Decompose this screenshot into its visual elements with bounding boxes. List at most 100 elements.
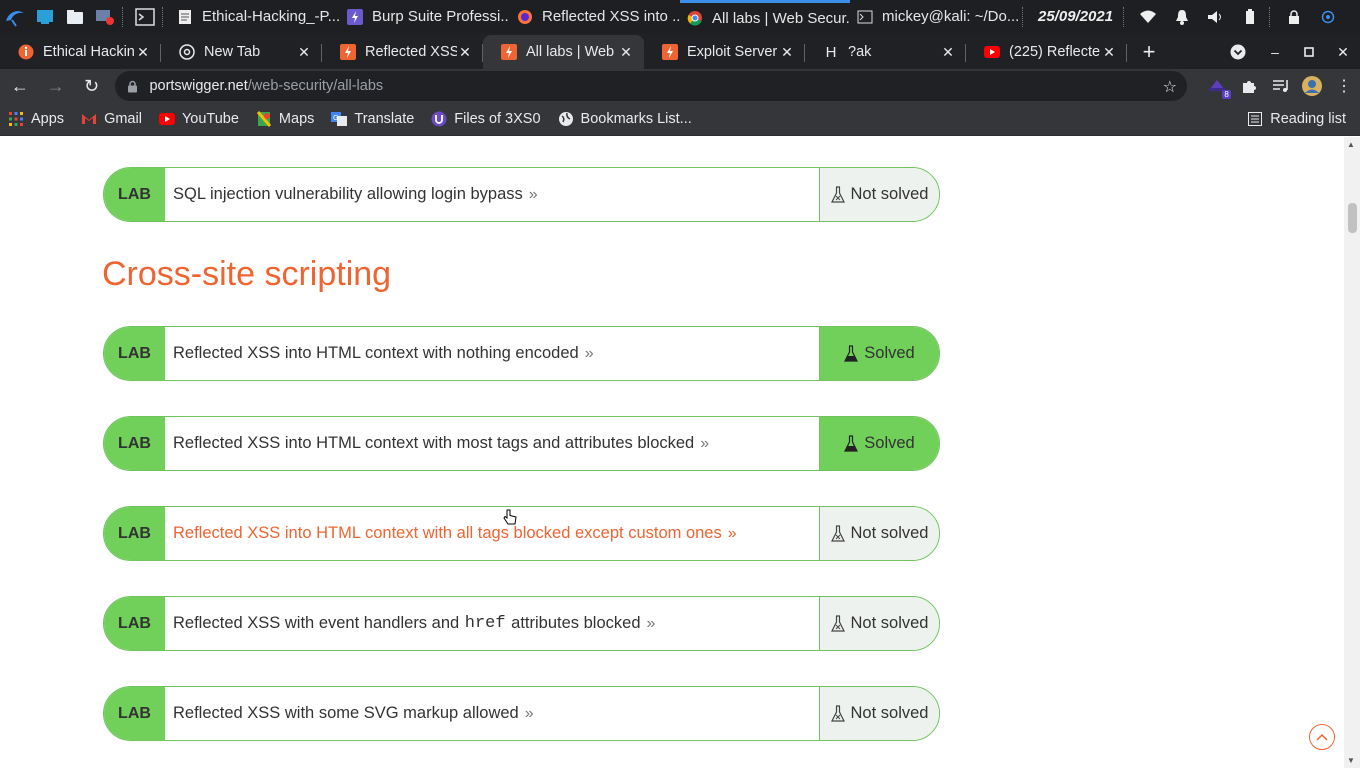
status-badge: Not solved: [819, 507, 939, 560]
h-icon: H: [825, 43, 837, 61]
lab-badge: LAB: [104, 417, 165, 470]
lab-row[interactable]: LAB Reflected XSS with event handlers an…: [103, 596, 940, 651]
bookmark-gmail[interactable]: Gmail: [81, 111, 142, 127]
scroll-up-arrow-icon[interactable]: ▲: [1347, 140, 1355, 149]
lab-row[interactable]: LAB Reflected XSS into HTML context with…: [103, 416, 940, 471]
section-heading: Cross-site scripting: [102, 255, 392, 293]
profile-avatar[interactable]: [1296, 70, 1328, 102]
flask-filled-icon: [844, 344, 859, 363]
kali-menu-icon[interactable]: [0, 0, 30, 33]
tab-search-icon[interactable]: [1221, 35, 1255, 69]
chrome-icon: [686, 9, 704, 27]
lab-badge: LAB: [104, 168, 165, 221]
battery-icon[interactable]: [1233, 0, 1267, 33]
bookmark-youtube[interactable]: YouTube: [158, 111, 239, 127]
lab-title-link[interactable]: Reflected XSS into HTML context with mos…: [165, 417, 819, 470]
forward-button[interactable]: →: [40, 70, 72, 102]
close-window-icon[interactable]: ✕: [1326, 35, 1360, 69]
minimize-icon[interactable]: –: [1258, 35, 1292, 69]
files-icon[interactable]: [60, 0, 90, 33]
extension-badge: 8: [1222, 90, 1231, 99]
chrome-icon: [179, 44, 195, 60]
url-path: /web-security/all-labs: [247, 78, 384, 94]
extensions-puzzle-icon[interactable]: [1233, 70, 1265, 102]
lab-row[interactable]: LAB SQL injection vulnerability allowing…: [103, 167, 940, 222]
bookmark-apps[interactable]: Apps: [8, 111, 64, 127]
tab-close-icon[interactable]: ✕: [618, 44, 634, 61]
screen-recorder-icon[interactable]: [90, 0, 120, 33]
youtube-icon: [158, 111, 175, 127]
wifi-icon[interactable]: [1131, 0, 1165, 33]
tab-close-icon[interactable]: ✕: [135, 44, 151, 61]
lab-title-link[interactable]: Reflected XSS into HTML context with not…: [165, 327, 819, 380]
page-scrollbar[interactable]: ▲ ▼: [1344, 137, 1360, 768]
address-bar[interactable]: portswigger.net/web-security/all-labs ☆: [115, 71, 1187, 101]
bookmark-bookmarks-list[interactable]: Bookmarks List...: [558, 111, 692, 127]
taskbar-divider: [162, 6, 168, 27]
taskbar-divider: [1022, 6, 1028, 27]
bookmark-star-icon[interactable]: ☆: [1163, 77, 1177, 97]
taskbar-window-burp[interactable]: Burp Suite Professi...: [340, 0, 510, 33]
code-href: href: [464, 614, 506, 633]
url-host: portswigger.net: [149, 78, 248, 94]
bookmarks-bar: Apps Gmail YouTube Maps G Translate File…: [0, 103, 1360, 136]
bookmark-files-of-3xs0[interactable]: Files of 3XS0: [431, 111, 541, 127]
taskbar-window-document[interactable]: Ethical-Hacking_-P...: [170, 0, 340, 33]
taskbar-window-terminal[interactable]: mickey@kali: ~/Do...: [850, 0, 1020, 33]
desktop-icon[interactable]: [30, 0, 60, 33]
tab-exploit-server[interactable]: Exploit Server ✕: [644, 35, 805, 69]
chevron-up-icon: [1316, 733, 1328, 741]
tab-all-labs[interactable]: All labs | Web ✕: [483, 35, 644, 69]
page-viewport: LAB SQL injection vulnerability allowing…: [0, 137, 1344, 768]
maps-icon: [256, 111, 272, 127]
tab-close-icon[interactable]: ✕: [1101, 44, 1117, 61]
chevron-right-icon: »: [524, 704, 534, 722]
browser-menu-icon[interactable]: ⋮: [1328, 70, 1360, 102]
lab-row[interactable]: LAB Reflected XSS with some SVG markup a…: [103, 686, 940, 741]
flask-icon: [830, 524, 845, 543]
reload-button[interactable]: ↻: [76, 70, 108, 102]
tab-new-tab[interactable]: New Tab ✕: [161, 35, 322, 69]
tab-ethical-hacking[interactable]: Ethical Hackin ✕: [0, 35, 161, 69]
tab-close-icon[interactable]: ✕: [296, 44, 312, 61]
clock-date[interactable]: 25/09/2021: [1030, 8, 1121, 25]
lab-row[interactable]: LAB Reflected XSS into HTML context with…: [103, 326, 940, 381]
lab-title-link[interactable]: Reflected XSS into HTML context with all…: [165, 507, 819, 560]
scroll-down-arrow-icon[interactable]: ▼: [1347, 756, 1355, 765]
chevron-right-icon: »: [700, 434, 710, 452]
tab-close-icon[interactable]: ✕: [457, 44, 473, 61]
lab-title-link[interactable]: Reflected XSS with event handlers and hr…: [165, 597, 819, 650]
portswigger-info-icon: [18, 44, 34, 60]
taskbar-window-chrome[interactable]: All labs | Web Secur...: [680, 0, 850, 33]
extension-hat-icon[interactable]: 8: [1201, 70, 1233, 102]
chevron-right-icon: »: [528, 185, 538, 203]
bookmark-translate[interactable]: G Translate: [331, 111, 414, 127]
tab-close-icon[interactable]: ✕: [779, 44, 795, 61]
gmail-icon: [81, 111, 97, 127]
back-to-top-button[interactable]: [1309, 724, 1335, 750]
tab-close-icon[interactable]: ✕: [940, 44, 956, 61]
lock-screen-icon[interactable]: [1277, 0, 1311, 33]
back-button[interactable]: ←: [4, 70, 36, 102]
tab-reflected-xss[interactable]: Reflected XSS ✕: [322, 35, 483, 69]
status-badge: Not solved: [819, 687, 939, 740]
lab-title-link[interactable]: Reflected XSS with some SVG markup allow…: [165, 687, 819, 740]
bookmark-maps[interactable]: Maps: [256, 111, 314, 127]
notification-bell-icon[interactable]: [1165, 0, 1199, 33]
maximize-icon[interactable]: [1292, 35, 1326, 69]
scrollbar-thumb[interactable]: [1348, 203, 1357, 233]
volume-icon[interactable]: [1199, 0, 1233, 33]
lock-icon[interactable]: [127, 80, 141, 93]
lab-row[interactable]: LAB Reflected XSS into HTML context with…: [103, 506, 940, 561]
media-control-icon[interactable]: [1265, 70, 1297, 102]
power-icon[interactable]: [1311, 0, 1345, 33]
lab-title-link[interactable]: SQL injection vulnerability allowing log…: [165, 168, 819, 221]
taskbar-window-firefox[interactable]: Reflected XSS into ...: [510, 0, 680, 33]
tab-youtube[interactable]: (225) Reflecte ✕: [966, 35, 1127, 69]
taskbar-divider: [122, 6, 128, 27]
reading-list-button[interactable]: Reading list: [1247, 111, 1346, 127]
terminal-launcher-icon[interactable]: [130, 0, 160, 33]
status-badge: Not solved: [819, 168, 939, 221]
tab-ak[interactable]: H ?ak ✕: [805, 35, 966, 69]
new-tab-button[interactable]: +: [1127, 35, 1171, 69]
